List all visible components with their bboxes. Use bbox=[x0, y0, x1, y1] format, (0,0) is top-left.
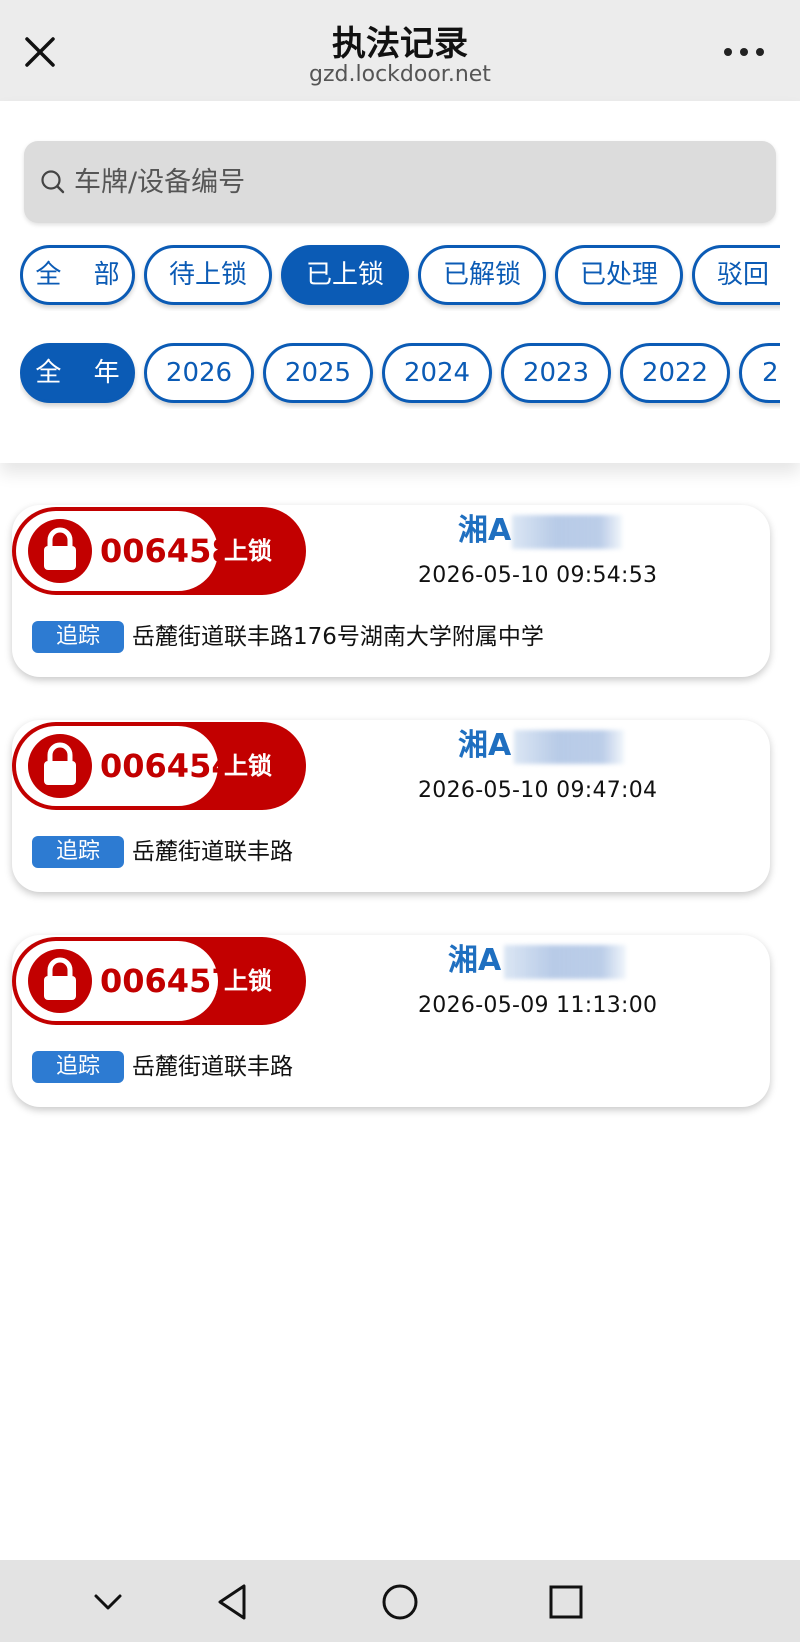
recent-square-icon[interactable] bbox=[544, 1580, 588, 1624]
device-number: 006458 bbox=[100, 532, 234, 570]
plate-mask bbox=[512, 515, 622, 549]
record-address: 岳麓街道联丰路176号湖南大学附属中学 bbox=[132, 624, 544, 650]
record-card[interactable]: 006454 上锁 湘A 2026-05-10 09:47:04 追踪 岳麓街道… bbox=[12, 720, 770, 892]
filter-year-2025[interactable]: 2025 bbox=[263, 343, 373, 403]
plate-mask bbox=[514, 730, 624, 764]
filter-year-2024[interactable]: 2024 bbox=[382, 343, 492, 403]
page-domain: gzd.lockdoor.net bbox=[309, 62, 491, 87]
record-time: 2026-05-09 11:13:00 bbox=[418, 993, 658, 1018]
chevron-down-icon[interactable] bbox=[86, 1580, 130, 1624]
filter-status-unlocked[interactable]: 已解锁 bbox=[418, 245, 546, 305]
page-title: 执法记录 bbox=[332, 24, 468, 64]
record-card[interactable]: 006457 上锁 湘A 2026-05-09 11:13:00 追踪 岳麓街道… bbox=[12, 935, 770, 1107]
record-time: 2026-05-10 09:54:53 bbox=[418, 563, 658, 588]
filter-panel: 全 部待上锁已上锁已解锁已处理驳回 全 年2026202520242023202… bbox=[0, 101, 800, 463]
lock-badge: 006454 上锁 bbox=[12, 722, 306, 810]
year-filter-row: 全 年202620252024202320222021 bbox=[20, 339, 780, 409]
plate-mask bbox=[504, 945, 626, 979]
track-button[interactable]: 追踪 bbox=[32, 1051, 124, 1083]
filter-status-rejected[interactable]: 驳回 bbox=[692, 245, 780, 305]
lock-status: 上锁 bbox=[224, 967, 272, 995]
status-filter-row: 全 部待上锁 已上锁 已解锁 已处理 驳回 bbox=[20, 241, 780, 311]
plate-number: 湘A bbox=[448, 943, 502, 978]
filter-status-locked[interactable]: 已上锁 bbox=[281, 245, 409, 305]
filter-status-all[interactable]: 全 部 bbox=[20, 245, 135, 305]
filter-year-all[interactable]: 全 年 bbox=[20, 343, 135, 403]
search-input[interactable] bbox=[74, 141, 754, 223]
search-box[interactable] bbox=[24, 141, 776, 223]
record-time: 2026-05-10 09:47:04 bbox=[418, 778, 658, 803]
top-bar: 执法记录 gzd.lockdoor.net bbox=[0, 0, 800, 101]
filter-year-2023[interactable]: 2023 bbox=[501, 343, 611, 403]
record-card[interactable]: 006458 上锁 湘A 2026-05-10 09:54:53 追踪 岳麓街道… bbox=[12, 505, 770, 677]
device-number: 006457 bbox=[100, 962, 234, 1000]
lock-status: 上锁 bbox=[224, 537, 272, 565]
filter-status-processed[interactable]: 已处理 bbox=[555, 245, 683, 305]
back-triangle-icon[interactable] bbox=[212, 1580, 256, 1624]
home-circle-icon[interactable] bbox=[378, 1580, 422, 1624]
device-number: 006454 bbox=[100, 747, 234, 785]
filter-year-2022[interactable]: 2022 bbox=[620, 343, 730, 403]
record-address: 岳麓街道联丰路 bbox=[132, 1054, 293, 1080]
lock-icon bbox=[28, 734, 92, 798]
filter-status-pending[interactable]: 待上锁 bbox=[144, 245, 272, 305]
more-icon[interactable] bbox=[722, 40, 766, 64]
lock-icon bbox=[28, 519, 92, 583]
plate-number: 湘A bbox=[458, 513, 512, 548]
record-address: 岳麓街道联丰路 bbox=[132, 839, 293, 865]
lock-icon bbox=[28, 949, 92, 1013]
system-nav-bar bbox=[0, 1560, 800, 1642]
track-button[interactable]: 追踪 bbox=[32, 836, 124, 868]
filter-year-2021[interactable]: 2021 bbox=[739, 343, 780, 403]
search-icon bbox=[38, 167, 68, 197]
track-button[interactable]: 追踪 bbox=[32, 621, 124, 653]
lock-badge: 006458 上锁 bbox=[12, 507, 306, 595]
lock-status: 上锁 bbox=[224, 752, 272, 780]
lock-badge: 006457 上锁 bbox=[12, 937, 306, 1025]
plate-number: 湘A bbox=[458, 728, 512, 763]
filter-year-2026[interactable]: 2026 bbox=[144, 343, 254, 403]
